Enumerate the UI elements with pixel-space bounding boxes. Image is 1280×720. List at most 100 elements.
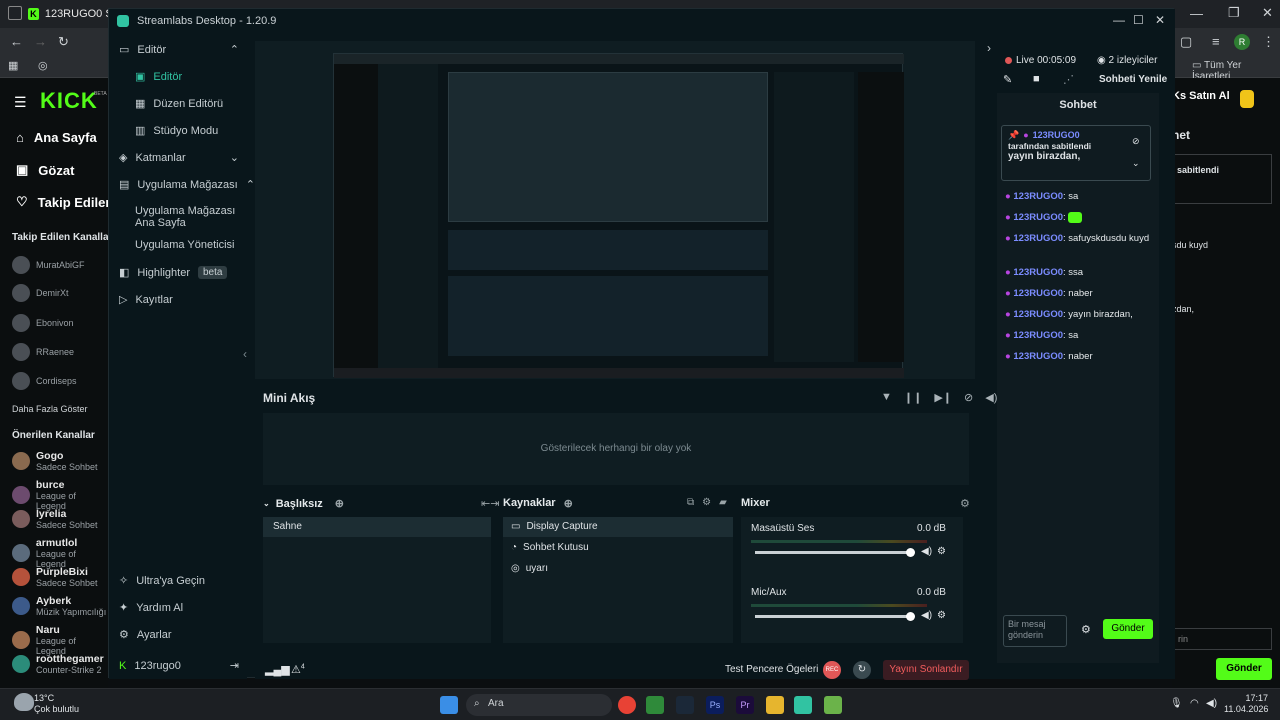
- steam-icon[interactable]: [676, 696, 694, 714]
- minimize-icon[interactable]: —: [1190, 6, 1203, 21]
- mic-tray-icon[interactable]: 🎙: [1170, 698, 1183, 709]
- mixer-settings-icon[interactable]: ⚙: [960, 497, 970, 510]
- recommended-channel[interactable]: PurpleBixi Sadece Sohbet: [12, 566, 98, 588]
- edit-icon[interactable]: ✎: [1003, 73, 1012, 86]
- more-icon[interactable]: ⋮: [1262, 34, 1275, 50]
- skip-icon[interactable]: ▶❙: [934, 391, 952, 404]
- chat-settings-icon[interactable]: ⚙: [1081, 623, 1091, 636]
- nav-help[interactable]: ✦ Yardım Al: [119, 601, 183, 615]
- maximize-icon[interactable]: ☐: [1133, 13, 1144, 27]
- start-icon[interactable]: [440, 696, 458, 714]
- nav-app-store-home[interactable]: Uygulama Mağazası Ana Sayfa: [135, 205, 235, 229]
- chat-input[interactable]: Bir mesaj gönderin: [1003, 615, 1067, 647]
- hamburger-icon[interactable]: ☰: [14, 94, 27, 111]
- recommended-channel[interactable]: rootthegamer Counter-Strike 2: [12, 653, 104, 675]
- mute-alert-icon[interactable]: ⊘: [964, 391, 973, 404]
- nav-ultra[interactable]: ✧ Ultra'ya Geçin: [119, 574, 205, 588]
- close-icon[interactable]: ✕: [1262, 5, 1273, 21]
- nav-app-manager[interactable]: Uygulama Yöneticisi: [135, 239, 234, 251]
- recommended-channel[interactable]: lyrelia Sadece Sohbet: [12, 508, 98, 530]
- game-icon[interactable]: [824, 696, 842, 714]
- recommended-channel[interactable]: Naru League of Legend: [12, 624, 108, 656]
- stats-icon[interactable]: ▂▄▆: [265, 663, 290, 676]
- nav-editor[interactable]: ▣ Editör: [135, 70, 182, 84]
- followed-channel[interactable]: Ebonivon: [12, 314, 74, 332]
- expand-right-icon[interactable]: ›: [987, 41, 991, 55]
- kick-send-button[interactable]: Gönder: [1216, 658, 1272, 680]
- clock[interactable]: 17:17 11.04.2026: [1224, 693, 1268, 715]
- explorer-icon[interactable]: [766, 696, 784, 714]
- logout-icon[interactable]: ⇥: [230, 659, 239, 672]
- followed-channel[interactable]: Cordiseps: [12, 372, 77, 390]
- recommended-channel[interactable]: armutlol League of Legend: [12, 537, 108, 569]
- kick-nav-home[interactable]: ⌂ Ana Sayfa: [16, 130, 97, 145]
- followed-channel[interactable]: DemirXt: [12, 284, 69, 302]
- nav-editor-group[interactable]: ▭ Editör ⌃: [119, 43, 239, 57]
- weather-icon[interactable]: [14, 693, 34, 711]
- followed-channel[interactable]: MuratAbiGF: [12, 256, 85, 274]
- volume-slider-track[interactable]: [755, 612, 915, 621]
- add-source-icon[interactable]: ⊕: [564, 497, 573, 510]
- filter-icon[interactable]: ▼: [881, 391, 892, 404]
- source-settings-icon[interactable]: ⚙: [702, 497, 711, 508]
- refresh-chat-button[interactable]: Sohbeti Yenile: [1099, 74, 1167, 85]
- volume-slider-handle[interactable]: [906, 612, 915, 621]
- folder-icon[interactable]: ▰: [719, 497, 727, 508]
- source-item[interactable]: ◔ Sohbet Kutusu: [503, 537, 733, 558]
- hide-icon[interactable]: ⊘: [1132, 136, 1140, 147]
- group-icon[interactable]: ⧉: [687, 497, 694, 508]
- weather-widget[interactable]: 13°C Çok bulutlu: [34, 693, 79, 715]
- nav-recordings[interactable]: ▷ Kayıtlar: [119, 293, 173, 307]
- nav-account[interactable]: K 123rugo0 ⇥: [119, 659, 239, 673]
- chat-send-button[interactable]: Gönder: [1103, 619, 1153, 639]
- close-icon[interactable]: ✕: [1155, 13, 1165, 27]
- wifi-icon[interactable]: ◠: [1190, 698, 1199, 709]
- nav-studio-mode[interactable]: ▥ Stüdyo Modu: [135, 124, 218, 138]
- volume-slider-handle[interactable]: [906, 548, 915, 557]
- browser-tab[interactable]: K 123RUGO0 Stream: [28, 4, 108, 24]
- volume-icon[interactable]: ◀): [985, 391, 997, 404]
- collapse-sidebar-icon[interactable]: ‹: [243, 347, 247, 361]
- nav-layers[interactable]: ◈ Katmanlar ⌄: [119, 151, 239, 165]
- nav-highlighter[interactable]: ◧ Highlighter beta: [119, 266, 228, 279]
- record-button[interactable]: REC: [823, 661, 841, 679]
- recommended-channel[interactable]: Ayberk Müzik Yapımcılığı: [12, 595, 106, 617]
- chevron-down-icon[interactable]: ⌄: [1132, 158, 1140, 169]
- buy-kicks-link[interactable]: Ks Satın Al: [1172, 90, 1230, 102]
- nav-settings[interactable]: ⚙ Ayarlar: [119, 628, 172, 642]
- recommended-channel[interactable]: burce League of Legend: [12, 479, 108, 511]
- speaker-icon[interactable]: ◀): [921, 546, 932, 557]
- replay-buffer-icon[interactable]: ↻: [853, 661, 871, 679]
- premiere-icon[interactable]: Pr: [736, 696, 754, 714]
- chevron-down-icon[interactable]: ⌄: [263, 499, 270, 508]
- streamlabs-taskbar-icon[interactable]: [794, 696, 812, 714]
- alert-icon[interactable]: ⚠4: [291, 663, 305, 676]
- back-icon[interactable]: ←: [10, 34, 23, 49]
- add-scene-icon[interactable]: ⊕: [335, 497, 344, 510]
- gear-icon[interactable]: ⚙: [937, 610, 946, 621]
- gear-icon[interactable]: ⚙: [937, 546, 946, 557]
- source-item[interactable]: ◎ uyarı: [503, 558, 733, 579]
- scene-transitions-icon[interactable]: ⇤⇥: [481, 497, 499, 510]
- photoshop-icon[interactable]: Ps: [706, 696, 724, 714]
- show-more-link[interactable]: Daha Fazla Göster: [12, 404, 88, 414]
- minimize-icon[interactable]: —: [1113, 13, 1125, 27]
- nav-app-store-group[interactable]: ▤ Uygulama Mağazası ⌃: [119, 178, 255, 192]
- minecraft-icon[interactable]: [646, 696, 664, 714]
- globe-icon[interactable]: ◎: [38, 59, 48, 72]
- pause-icon[interactable]: ❙❙: [904, 391, 922, 404]
- chrome-icon[interactable]: [618, 696, 636, 714]
- followed-channel[interactable]: RRaenee: [12, 343, 74, 361]
- kick-logo[interactable]: KICK: [40, 88, 98, 114]
- forward-icon[interactable]: →: [34, 34, 47, 49]
- extensions-icon[interactable]: ▢: [1180, 34, 1192, 50]
- scene-item[interactable]: Sahne: [263, 517, 491, 537]
- recommended-channel[interactable]: Gogo Sadece Sohbet: [12, 450, 98, 472]
- tab-actions-icon[interactable]: [8, 6, 22, 20]
- taskbar-search[interactable]: ⌕ Ara: [466, 694, 612, 716]
- speaker-icon[interactable]: ◀): [921, 610, 932, 621]
- camera-icon[interactable]: ■: [1033, 73, 1040, 85]
- end-stream-button[interactable]: Yayını Sonlandır: [883, 660, 969, 680]
- source-item[interactable]: ▭ Display Capture: [503, 517, 733, 537]
- test-widgets-button[interactable]: Test Pencere Ögeleri: [725, 664, 818, 675]
